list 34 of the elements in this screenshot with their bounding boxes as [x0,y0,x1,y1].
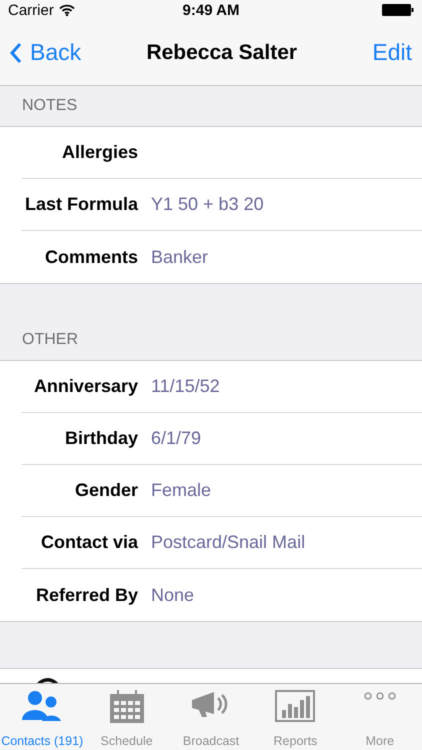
section-header: OTHER [22,331,78,349]
status-time: 9:49 AM [182,2,240,18]
tab[interactable]: More [338,684,422,750]
field-label: Birthday [64,428,138,449]
tab[interactable]: Contacts (191) [0,684,84,750]
nav-title: Rebecca Salter [146,40,298,64]
field-value: Banker [151,246,208,268]
section-header: NOTES [22,97,78,115]
field-value: 6/1/79 [151,428,202,449]
more-icon [362,690,398,702]
field-label: Anniversary [32,376,138,397]
carrier-label: Carrier [8,2,54,18]
back-chevron-icon[interactable] [10,42,22,64]
bar-chart-icon [275,690,316,722]
field-label: Allergies [60,142,138,163]
field-value: 11/15/52 [151,376,220,397]
field-label: Referred By [34,584,138,606]
tab[interactable]: Schedule [84,684,169,750]
field-value: None [151,584,194,606]
field-label: Last Formula [24,194,138,215]
field-label: Contact via [40,532,138,553]
battery-icon [382,4,414,16]
wifi-icon [58,4,75,16]
field-value: Postcard/Snail Mail [151,532,306,553]
tab[interactable]: Reports [253,684,338,750]
field-label: Comments [44,246,138,268]
field-label: Gender [74,480,138,501]
people-icon [22,690,62,722]
calendar-icon [108,690,145,724]
tab[interactable]: Broadcast [168,684,254,750]
back-button[interactable]: Back [10,39,82,66]
field-value: Female [151,480,212,501]
field-value: Y1 50 + b3 20 [151,194,264,215]
edit-button[interactable]: Edit [372,39,412,66]
